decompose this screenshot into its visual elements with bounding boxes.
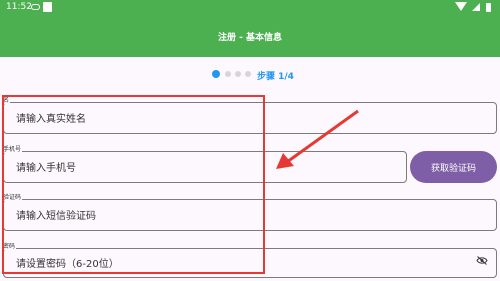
password-field[interactable]: 密码 [2,241,497,279]
download-icon [43,2,52,12]
step-label: 步骤 1/4 [257,72,294,82]
visibility-off-icon[interactable] [476,256,488,265]
step-dot-active [212,70,220,78]
name-input[interactable] [14,103,490,135]
code-field[interactable]: 验证码 [2,192,497,232]
get-code-button[interactable]: 获取验证码 [410,151,497,183]
step-dot [235,71,241,77]
name-field-label: 名 [2,95,11,104]
name-field[interactable]: 名 [2,95,497,135]
step-indicator: 步骤 1/4 [0,68,500,82]
signal-icon [472,3,480,11]
phone-input[interactable] [14,152,400,184]
app-bar: 注册 - 基本信息 [0,16,500,57]
step-dot [245,71,251,77]
status-bar: 11:52 [0,0,500,16]
battery-icon [486,3,491,12]
status-time: 11:52 [6,2,32,12]
page-title: 注册 - 基本信息 [217,33,282,43]
phone-field[interactable]: 手机号 [2,144,407,184]
wifi-icon [455,2,467,11]
code-input[interactable] [14,200,490,232]
password-input[interactable] [14,249,490,279]
step-dot [225,71,231,77]
gamepad-icon [31,4,40,10]
